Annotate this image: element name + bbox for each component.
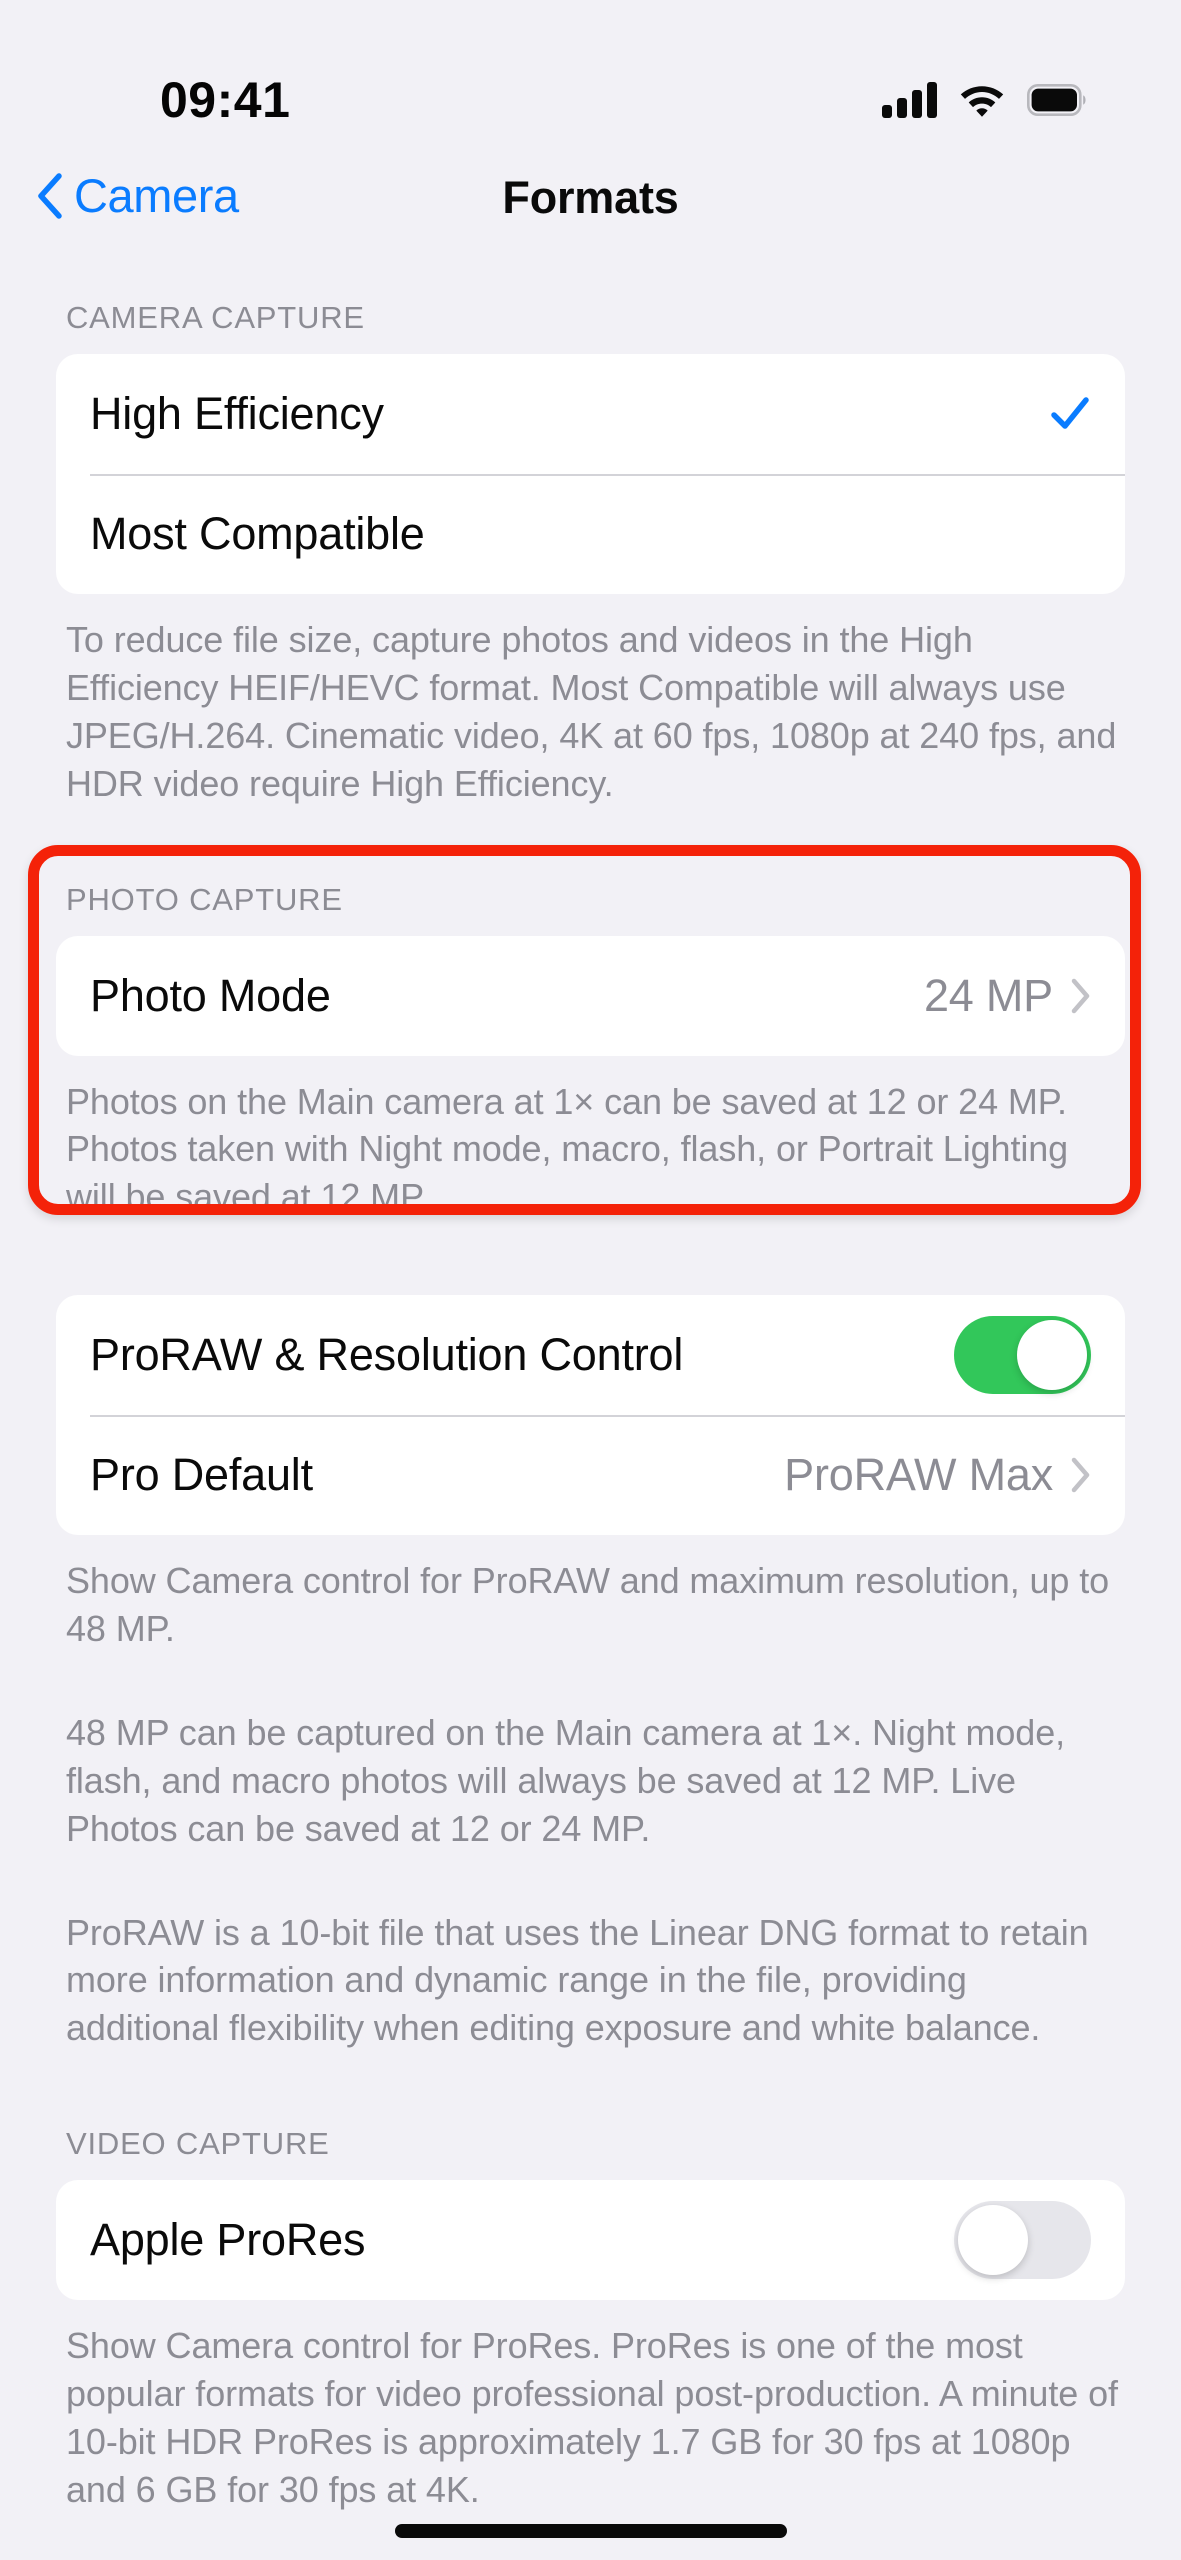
row-high-efficiency[interactable]: High Efficiency xyxy=(56,354,1125,474)
toggle-knob xyxy=(958,2205,1028,2276)
row-accessory xyxy=(1049,393,1091,435)
checkmark-icon xyxy=(1051,397,1089,429)
footer-camera-capture: To reduce file size, capture photos and … xyxy=(66,619,1117,804)
row-apple-prores[interactable]: Apple ProRes xyxy=(56,2180,1125,2300)
wifi-icon xyxy=(959,83,1005,117)
row-photo-mode[interactable]: Photo Mode 24 MP xyxy=(56,936,1125,1056)
footer-proraw-2: 48 MP can be captured on the Main camera… xyxy=(66,1711,1066,1849)
photo-capture-card: Photo Mode 24 MP xyxy=(56,935,1125,1056)
battery-full-icon xyxy=(1027,84,1089,116)
chevron-right-icon xyxy=(1071,978,1090,1013)
iphone-settings-screen: 09:41 Camera Formats CAMERA CAPTURE High… xyxy=(0,0,1181,2560)
row-label: Apple ProRes xyxy=(90,2214,366,2266)
chevron-right-icon xyxy=(1071,1457,1090,1493)
row-label: High Efficiency xyxy=(90,388,384,439)
status-bar-icons xyxy=(882,82,1089,118)
proraw-card: ProRAW & Resolution Control Pro Default … xyxy=(56,1295,1125,1536)
page-title: Formats xyxy=(502,172,679,223)
row-label: Photo Mode xyxy=(90,969,331,1021)
video-capture-card: Apple ProRes xyxy=(56,2180,1125,2301)
section-header-camera-capture: CAMERA CAPTURE xyxy=(66,300,365,335)
row-pro-default[interactable]: Pro Default ProRAW Max xyxy=(56,1415,1125,1535)
row-value: ProRAW Max xyxy=(784,1449,1053,1501)
section-header-photo-capture: PHOTO CAPTURE xyxy=(66,881,343,917)
row-label: Most Compatible xyxy=(90,508,425,559)
row-proraw-resolution-control[interactable]: ProRAW & Resolution Control xyxy=(56,1295,1125,1415)
status-bar: 09:41 xyxy=(0,0,1181,160)
row-accessory: ProRAW Max xyxy=(784,1449,1091,1501)
footer-proraw-3: ProRAW is a 10-bit file that uses the Li… xyxy=(66,1911,1089,2049)
status-bar-clock: 09:41 xyxy=(160,72,291,128)
row-label: ProRAW & Resolution Control xyxy=(90,1329,684,1381)
home-indicator[interactable] xyxy=(394,2524,787,2538)
toggle-apple-prores[interactable] xyxy=(954,2201,1091,2280)
cellular-signal-icon xyxy=(882,82,937,118)
toggle-proraw-resolution-control[interactable] xyxy=(954,1316,1091,1395)
settings-list: CAMERA CAPTURE High Efficiency Most Comp… xyxy=(0,300,1181,2560)
navigation-bar: Camera Formats xyxy=(0,160,1181,270)
row-most-compatible[interactable]: Most Compatible xyxy=(56,474,1125,594)
row-label: Pro Default xyxy=(90,1449,313,1501)
footer-proraw-1: Show Camera control for ProRAW and maxim… xyxy=(66,1560,1110,1649)
row-accessory: 24 MP xyxy=(924,970,1091,1022)
toggle-knob xyxy=(1017,1320,1087,1391)
section-header-video-capture: VIDEO CAPTURE xyxy=(66,2126,330,2162)
row-value: 24 MP xyxy=(923,969,1053,1021)
footer-photo-capture: Photos on the Main camera at 1× can be s… xyxy=(66,1080,1069,1218)
footer-video-capture-1: Show Camera control for ProRes. ProRes i… xyxy=(66,2325,1118,2510)
camera-capture-card: High Efficiency Most Compatible xyxy=(56,354,1125,594)
